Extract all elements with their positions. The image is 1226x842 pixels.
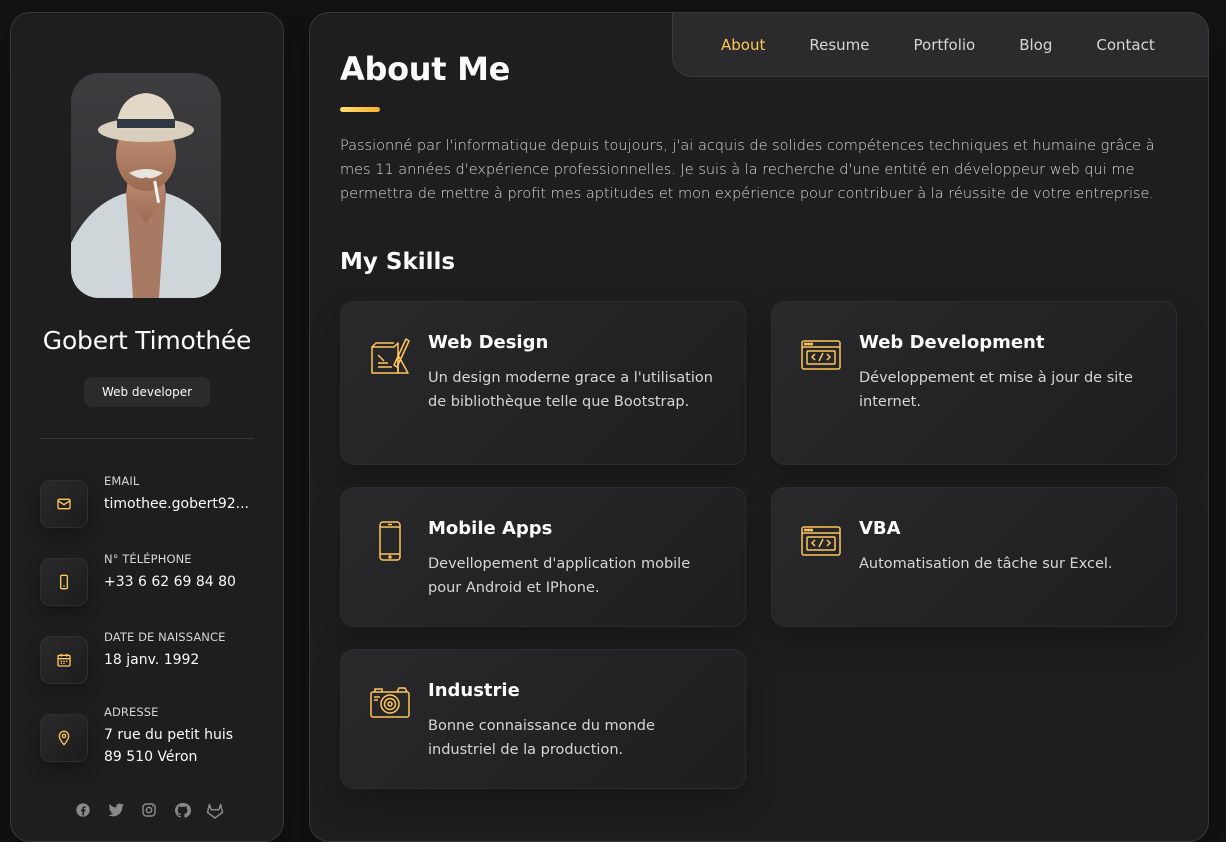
skill-name: Industrie [428,680,520,701]
twitter-icon[interactable] [107,801,125,819]
contact-birthday: Date de naissance 18 janv. 1992 [40,628,265,684]
page-title: About Me [340,50,511,88]
code-icon [801,526,841,556]
sidebar-separator [40,438,254,439]
instagram-icon[interactable] [140,801,158,819]
sidebar: Gobert Timothée Web developer Email timo… [10,12,284,842]
skill-card-vba: VBA Automatisation de tâche sur Excel. [771,487,1177,627]
social-links [74,801,224,819]
phone-link[interactable]: +33 6 62 69 84 80 [104,571,236,593]
avatar-portrait-image [71,93,221,298]
skill-card-mobile-apps: Mobile Apps Devellopement d'application … [340,487,746,627]
calendar-icon [40,636,88,684]
navbar: About Resume Portfolio Blog Contact [672,12,1209,77]
skill-card-industrie: Industrie Bonne connaissance du monde in… [340,649,746,789]
skill-name: Web Design [428,332,549,353]
mail-icon [40,480,88,528]
profile-name: Gobert Timothée [42,326,252,355]
nav-link-portfolio[interactable]: Portfolio [914,36,976,54]
facebook-icon[interactable] [74,801,92,819]
skill-desc: Développement et mise à jour de site int… [859,370,1133,410]
mobile-icon [379,521,401,561]
skill-desc: Automatisation de tâche sur Excel. [859,556,1113,572]
contact-label: Email [104,474,140,488]
camera-icon [370,687,410,718]
contact-label: Date de naissance [104,630,226,644]
main-content: About Resume Portfolio Blog Contact Abou… [309,12,1209,842]
skill-desc: Un design moderne grace a l'utilisation … [428,370,713,410]
phone-icon [40,558,88,606]
design-icon [371,338,410,374]
code-icon [801,340,841,370]
nav-link-resume[interactable]: Resume [809,36,869,54]
skills-title: My Skills [340,249,456,275]
contact-label: N° téléphone [104,552,192,566]
contact-label: Adresse [104,705,159,719]
address-value: 7 rue du petit huis 89 510 Véron [104,727,234,765]
contact-address: Adresse 7 rue du petit huis 89 510 Véron [40,703,265,765]
email-link[interactable]: timothee.gobert92... [104,493,249,515]
skill-name: Web Development [859,332,1045,353]
profile-title-badge: Web developer [84,377,210,407]
skill-desc: Devellopement d'application mobile pour … [428,556,691,596]
skill-name: VBA [859,518,901,539]
about-text: Passionné par l'informatique depuis touj… [340,138,1155,202]
nav-link-about[interactable]: About [721,36,765,54]
contact-email[interactable]: Email timothee.gobert92... [40,472,265,528]
birthday-value: 18 janv. 1992 [104,652,200,668]
skill-card-web-development: Web Development Développement et mise à … [771,301,1177,465]
location-pin-icon [40,714,88,762]
nav-link-blog[interactable]: Blog [1019,36,1052,54]
skill-name: Mobile Apps [428,518,553,539]
avatar [71,73,221,298]
nav-link-contact[interactable]: Contact [1096,36,1154,54]
gitlab-icon[interactable] [206,801,224,819]
skill-desc: Bonne connaissance du monde industriel d… [428,718,655,758]
github-icon[interactable] [173,801,191,819]
title-underline [340,107,380,112]
skill-card-web-design: Web Design Un design moderne grace a l'u… [340,301,746,465]
contact-phone[interactable]: N° téléphone +33 6 62 69 84 80 [40,550,265,606]
